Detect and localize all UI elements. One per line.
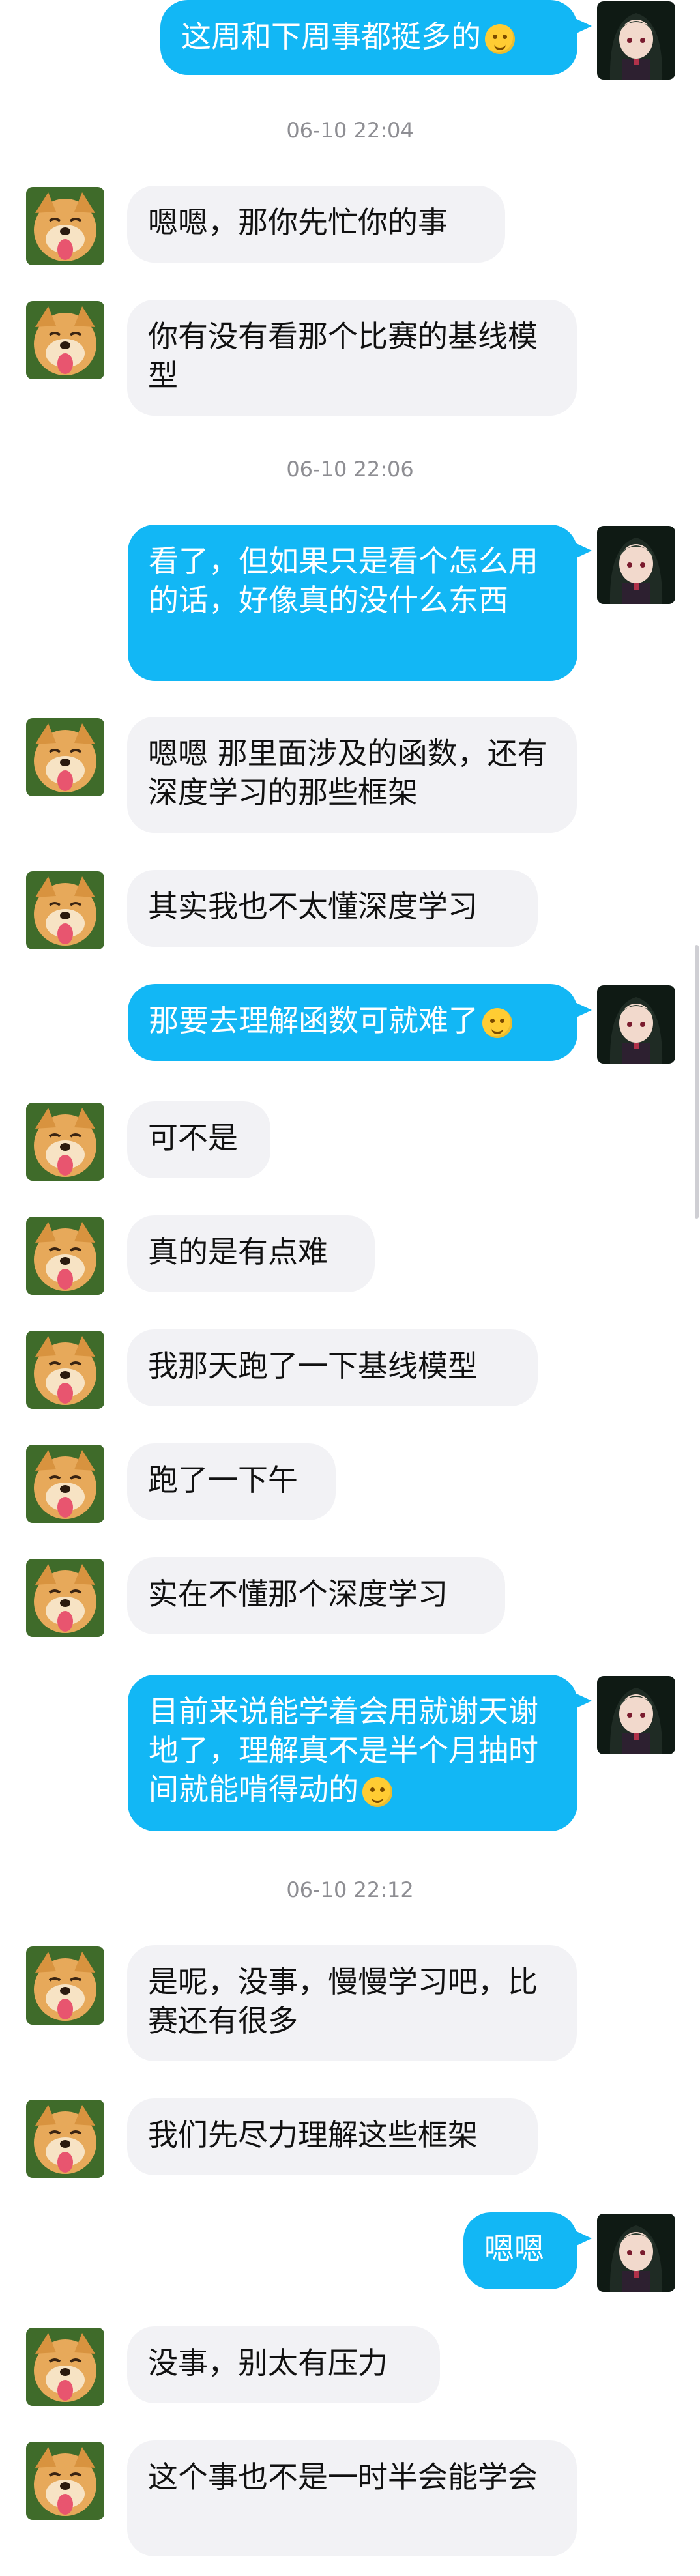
chat-thread: 这周和下周事都挺多的 06-10 22:04 嗯嗯，那你先忙你的事你有没有看那个比赛… <box>0 0 700 2576</box>
self-avatar[interactable] <box>597 1676 675 1754</box>
message-text: 这个事也不是一时半会能学会 <box>148 2459 538 2495</box>
tongue-emoji-icon <box>482 1007 512 1038</box>
contact-avatar[interactable] <box>26 301 104 379</box>
message-text: 嗯嗯 <box>484 2231 544 2266</box>
outgoing-message-bubble[interactable]: 看了，但如果只是看个怎么用的话，好像真的没什么东西 <box>128 525 592 681</box>
outgoing-message-bubble[interactable]: 嗯嗯 <box>463 2212 592 2289</box>
message-text: 我那天跑了一下基线模型 <box>148 1348 478 1383</box>
contact-avatar[interactable] <box>26 1559 104 1637</box>
scrollbar[interactable] <box>695 945 699 1219</box>
incoming-message-bubble[interactable]: 是呢，没事，慢慢学习吧，比赛还有很多 <box>127 1945 577 2061</box>
incoming-message-bubble[interactable]: 可不是 <box>127 1101 270 1178</box>
incoming-message-row: 其实我也不太懂深度学习 <box>0 870 700 949</box>
sweat-emoji-icon <box>362 1776 392 1807</box>
incoming-message-row: 跑了一下午 <box>0 1443 700 1523</box>
smile-emoji-icon <box>485 23 515 54</box>
bubble-tail <box>572 2229 592 2248</box>
bubble-tail <box>572 1001 592 1019</box>
incoming-message-row: 真的是有点难 <box>0 1215 700 1295</box>
incoming-message-bubble[interactable]: 嗯嗯，那你先忙你的事 <box>127 186 505 263</box>
contact-avatar[interactable] <box>26 187 104 265</box>
incoming-message-row: 我那天跑了一下基线模型 <box>0 1329 700 1409</box>
incoming-message-row: 你有没有看那个比赛的基线模型 <box>0 300 700 416</box>
message-text: 那要去理解函数可就难了 <box>149 1003 478 1038</box>
outgoing-message-row: 嗯嗯 <box>0 2212 700 2292</box>
incoming-message-bubble[interactable]: 没事，别太有压力 <box>127 2326 440 2403</box>
contact-avatar[interactable] <box>26 2442 104 2520</box>
incoming-message-bubble[interactable]: 你有没有看那个比赛的基线模型 <box>127 300 577 416</box>
message-text: 你有没有看那个比赛的基线模型 <box>148 319 538 393</box>
incoming-message-row: 这个事也不是一时半会能学会 <box>0 2440 700 2556</box>
incoming-message-row: 嗯嗯，那你先忙你的事 <box>0 186 700 265</box>
message-text: 我们先尽力理解这些框架 <box>148 2117 478 2152</box>
incoming-message-bubble[interactable]: 实在不懂那个深度学习 <box>127 1557 505 1634</box>
message-text: 嗯嗯，那你先忙你的事 <box>148 205 448 240</box>
incoming-message-row: 可不是 <box>0 1101 700 1181</box>
self-avatar[interactable] <box>597 526 675 604</box>
message-text: 这周和下周事都挺多的 <box>181 19 481 54</box>
message-text: 目前来说能学着会用就谢天谢地了，理解真不是半个月抽时间就能啃得动的 <box>149 1694 538 1807</box>
message-text: 真的是有点难 <box>148 1234 328 1269</box>
outgoing-message-bubble[interactable]: 目前来说能学着会用就谢天谢地了，理解真不是半个月抽时间就能啃得动的 <box>128 1675 592 1831</box>
timestamp: 06-10 22:12 <box>286 1877 414 1902</box>
contact-avatar[interactable] <box>26 871 104 949</box>
contact-avatar[interactable] <box>26 1946 104 2025</box>
contact-avatar[interactable] <box>26 1445 104 1523</box>
incoming-message-row: 没事，别太有压力 <box>0 2326 700 2406</box>
outgoing-message-row: 这周和下周事都挺多的 <box>0 0 700 80</box>
self-avatar[interactable] <box>597 985 675 1064</box>
contact-avatar[interactable] <box>26 718 104 796</box>
incoming-message-row: 嗯嗯 那里面涉及的函数，还有深度学习的那些框架 <box>0 717 700 833</box>
message-text: 其实我也不太懂深度学习 <box>148 889 478 924</box>
message-text: 跑了一下午 <box>148 1462 298 1498</box>
outgoing-message-bubble[interactable]: 那要去理解函数可就难了 <box>128 984 592 1061</box>
outgoing-message-row: 目前来说能学着会用就谢天谢地了，理解真不是半个月抽时间就能啃得动的 <box>0 1675 700 1831</box>
outgoing-message-row: 看了，但如果只是看个怎么用的话，好像真的没什么东西 <box>0 525 700 681</box>
incoming-message-bubble[interactable]: 嗯嗯 那里面涉及的函数，还有深度学习的那些框架 <box>127 717 577 833</box>
incoming-message-bubble[interactable]: 我们先尽力理解这些框架 <box>127 2098 538 2175</box>
incoming-message-bubble[interactable]: 这个事也不是一时半会能学会 <box>127 2440 577 2556</box>
message-text: 实在不懂那个深度学习 <box>148 1576 448 1612</box>
message-text: 看了，但如果只是看个怎么用的话，好像真的没什么东西 <box>149 543 538 618</box>
bubble-tail <box>572 1692 592 1710</box>
bubble-tail <box>572 17 592 35</box>
incoming-message-bubble[interactable]: 真的是有点难 <box>127 1215 375 1292</box>
incoming-message-bubble[interactable]: 其实我也不太懂深度学习 <box>127 870 538 947</box>
message-text: 没事，别太有压力 <box>148 2345 388 2381</box>
incoming-message-row: 是呢，没事，慢慢学习吧，比赛还有很多 <box>0 1945 700 2061</box>
self-avatar[interactable] <box>597 1 675 80</box>
contact-avatar[interactable] <box>26 2100 104 2178</box>
contact-avatar[interactable] <box>26 1217 104 1295</box>
message-text: 可不是 <box>148 1120 238 1155</box>
contact-avatar[interactable] <box>26 2328 104 2406</box>
incoming-message-bubble[interactable]: 我那天跑了一下基线模型 <box>127 1329 538 1406</box>
timestamp: 06-10 22:06 <box>286 457 414 482</box>
timestamp: 06-10 22:04 <box>286 118 414 143</box>
incoming-message-bubble[interactable]: 跑了一下午 <box>127 1443 336 1520</box>
message-text: 是呢，没事，慢慢学习吧，比赛还有很多 <box>148 1964 538 2038</box>
bubble-tail <box>572 542 592 560</box>
contact-avatar[interactable] <box>26 1331 104 1409</box>
contact-avatar[interactable] <box>26 1103 104 1181</box>
outgoing-message-bubble[interactable]: 这周和下周事都挺多的 <box>160 0 592 75</box>
incoming-message-row: 我们先尽力理解这些框架 <box>0 2098 700 2178</box>
outgoing-message-row: 那要去理解函数可就难了 <box>0 984 700 1064</box>
incoming-message-row: 实在不懂那个深度学习 <box>0 1557 700 1637</box>
self-avatar[interactable] <box>597 2214 675 2292</box>
message-text: 嗯嗯 那里面涉及的函数，还有深度学习的那些框架 <box>148 736 547 810</box>
